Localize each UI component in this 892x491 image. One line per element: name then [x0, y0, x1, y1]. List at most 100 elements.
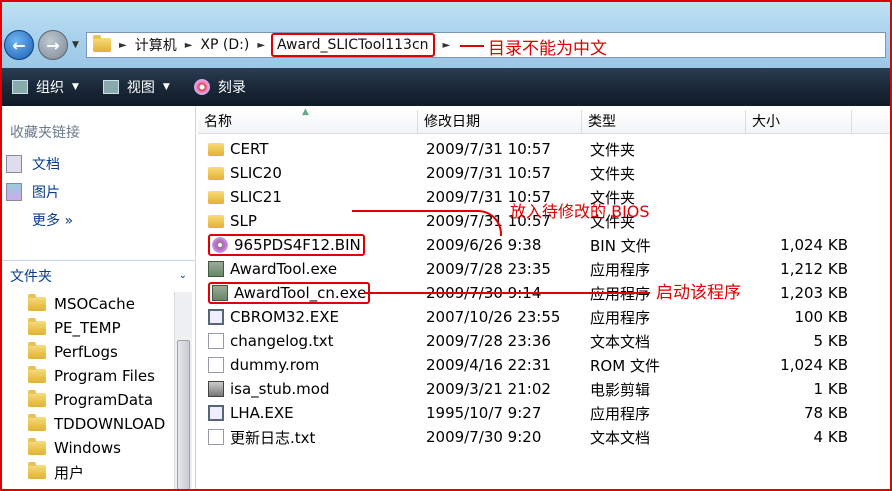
- favorite-pictures[interactable]: 图片: [6, 182, 60, 202]
- folder-icon: [28, 414, 46, 431]
- file-name-cell: CERT: [198, 140, 418, 158]
- file-size: 100 KB: [794, 308, 848, 326]
- breadcrumb-drive[interactable]: XP (D:): [200, 37, 249, 53]
- file-row[interactable]: dummy.rom 2009/4/16 22:31 ROM 文件 1,024 KB: [198, 353, 890, 377]
- file-name: AwardTool.exe: [230, 260, 338, 278]
- favorite-documents[interactable]: 文档: [6, 154, 60, 174]
- tree-item[interactable]: Windows: [2, 436, 174, 460]
- application-icon: [212, 285, 228, 301]
- breadcrumb-computer[interactable]: 计算机: [135, 35, 177, 55]
- file-list: ▲ 名称 修改日期 类型 大小 CERT 2009/7/31 10:57 文件夹 SLI…: [198, 106, 890, 489]
- forward-button[interactable]: →: [38, 30, 68, 60]
- file-name-cell: changelog.txt: [198, 332, 418, 350]
- file-size: 1,024 KB: [780, 236, 848, 254]
- tree-scrollbar[interactable]: [174, 292, 192, 489]
- chevron-down-icon: ⌄: [178, 270, 187, 281]
- back-arrow-icon: ←: [12, 35, 26, 55]
- file-name: SLIC20: [230, 164, 282, 182]
- documents-icon: [6, 155, 22, 173]
- address-bar-area: ← → ▼ ► 计算机 ► XP (D:) ► Award_SLICTool11…: [2, 2, 890, 68]
- navigation-pane: 收藏夹链接 文档 图片 更多 » 文件夹 ⌄ MSOCache PE_TEMP …: [2, 106, 196, 489]
- file-row[interactable]: AwardTool.exe 2009/7/28 23:35 应用程序 1,212 KB: [198, 257, 890, 281]
- file-date: 2009/7/31 10:57: [426, 140, 551, 158]
- column-header-size[interactable]: 大小: [746, 110, 852, 133]
- folder-icon: [208, 214, 224, 228]
- column-header-type[interactable]: 类型: [582, 110, 746, 133]
- file-type: 应用程序: [590, 308, 651, 327]
- file-row[interactable]: CERT 2009/7/31 10:57 文件夹: [198, 137, 890, 161]
- sort-up-icon: ▲: [302, 107, 309, 117]
- exe-annotation: 启动该程序: [656, 283, 741, 303]
- views-label: 视图: [126, 80, 155, 96]
- forward-arrow-icon: →: [46, 35, 60, 55]
- file-row[interactable]: CBROM32.EXE 2007/10/26 23:55 应用程序 100 KB: [198, 305, 890, 329]
- folder-tree: MSOCache PE_TEMP PerfLogs Program Files …: [2, 292, 174, 484]
- tree-item-label: TDDOWNLOAD: [54, 415, 166, 433]
- disc-icon: [193, 79, 210, 95]
- file-name: CERT: [230, 140, 269, 158]
- breadcrumb-separator-icon[interactable]: ►: [119, 40, 127, 51]
- command-bar: 组织 ▼ 视图 ▼ 刻录: [2, 68, 890, 106]
- text-file-icon: [208, 333, 224, 349]
- file-name: 更新日志.txt: [230, 428, 316, 447]
- file-row[interactable]: 更新日志.txt 2009/7/30 9:20 文本文档 4 KB: [198, 425, 890, 449]
- scrollbar-thumb[interactable]: [177, 340, 190, 489]
- organize-button[interactable]: 组织 ▼: [12, 77, 79, 97]
- highlight-box: AwardTool_cn.exe: [208, 282, 371, 304]
- burn-button[interactable]: 刻录: [193, 77, 246, 97]
- tree-item-label: ProgramData: [54, 391, 154, 409]
- column-header-name[interactable]: ▲ 名称: [198, 107, 418, 133]
- annotation-line: [364, 292, 650, 294]
- column-header-date[interactable]: 修改日期: [418, 110, 582, 133]
- file-type: 应用程序: [590, 260, 651, 279]
- tree-item[interactable]: PE_TEMP: [2, 316, 174, 340]
- breadcrumb-separator-icon[interactable]: ►: [443, 40, 451, 51]
- file-size: 1,212 KB: [780, 260, 848, 278]
- file-name-cell: 965PDS4F12.BIN: [198, 234, 418, 256]
- tree-item-label: MSOCache: [54, 295, 135, 313]
- folder-icon: [28, 318, 46, 335]
- breadcrumb-current-folder[interactable]: Award_SLICTool113cn: [271, 33, 435, 57]
- disc-image-icon: [212, 237, 228, 253]
- folder-icon: [28, 294, 46, 311]
- pictures-icon: [6, 183, 22, 201]
- explorer-window: ← → ▼ ► 计算机 ► XP (D:) ► Award_SLICTool11…: [0, 0, 892, 491]
- file-size: 1 KB: [813, 380, 848, 398]
- views-button[interactable]: 视图 ▼: [102, 77, 170, 97]
- breadcrumb-separator-icon[interactable]: ►: [185, 40, 193, 51]
- media-file-icon: [208, 381, 224, 397]
- file-name-cell: AwardTool.exe: [198, 260, 418, 278]
- file-row[interactable]: LHA.EXE 1995/10/7 9:27 应用程序 78 KB: [198, 401, 890, 425]
- file-type: 文件夹: [590, 164, 636, 183]
- organize-label: 组织: [36, 80, 64, 96]
- tree-item[interactable]: TDDOWNLOAD: [2, 412, 174, 436]
- column-header-row: ▲ 名称 修改日期 类型 大小: [198, 107, 890, 134]
- file-size: 1,203 KB: [780, 284, 848, 302]
- file-name: isa_stub.mod: [230, 380, 330, 398]
- favorites-title: 收藏夹链接: [10, 125, 80, 141]
- tree-item[interactable]: Program Files: [2, 364, 174, 388]
- history-dropdown-icon[interactable]: ▼: [72, 40, 79, 50]
- file-type: 文本文档: [590, 428, 651, 447]
- breadcrumb-separator-icon[interactable]: ►: [257, 40, 265, 51]
- file-row[interactable]: isa_stub.mod 2009/3/21 21:02 电影剪辑 1 KB: [198, 377, 890, 401]
- file-name-cell: dummy.rom: [198, 356, 418, 374]
- file-row[interactable]: SLIC20 2009/7/31 10:57 文件夹: [198, 161, 890, 185]
- file-row[interactable]: changelog.txt 2009/7/28 23:36 文本文档 5 KB: [198, 329, 890, 353]
- file-row[interactable]: 965PDS4F12.BIN 2009/6/26 9:38 BIN 文件 1,024 …: [198, 233, 890, 257]
- file-name: SLP: [230, 212, 257, 230]
- folders-header[interactable]: 文件夹 ⌄: [2, 260, 195, 290]
- tree-item[interactable]: 用户: [2, 460, 174, 484]
- address-box[interactable]: ► 计算机 ► XP (D:) ► Award_SLICTool113cn ►: [86, 32, 886, 58]
- file-type: 文本文档: [590, 332, 651, 351]
- tree-item[interactable]: MSOCache: [2, 292, 174, 316]
- file-type: 电影剪辑: [590, 380, 651, 399]
- chevron-down-icon: ▼: [72, 82, 79, 92]
- window-app-icon: [208, 405, 224, 421]
- file-type: 文件夹: [590, 140, 636, 159]
- application-icon: [208, 261, 224, 277]
- tree-item[interactable]: PerfLogs: [2, 340, 174, 364]
- back-button[interactable]: ←: [4, 30, 34, 60]
- favorite-more[interactable]: 更多 »: [6, 210, 73, 230]
- tree-item[interactable]: ProgramData: [2, 388, 174, 412]
